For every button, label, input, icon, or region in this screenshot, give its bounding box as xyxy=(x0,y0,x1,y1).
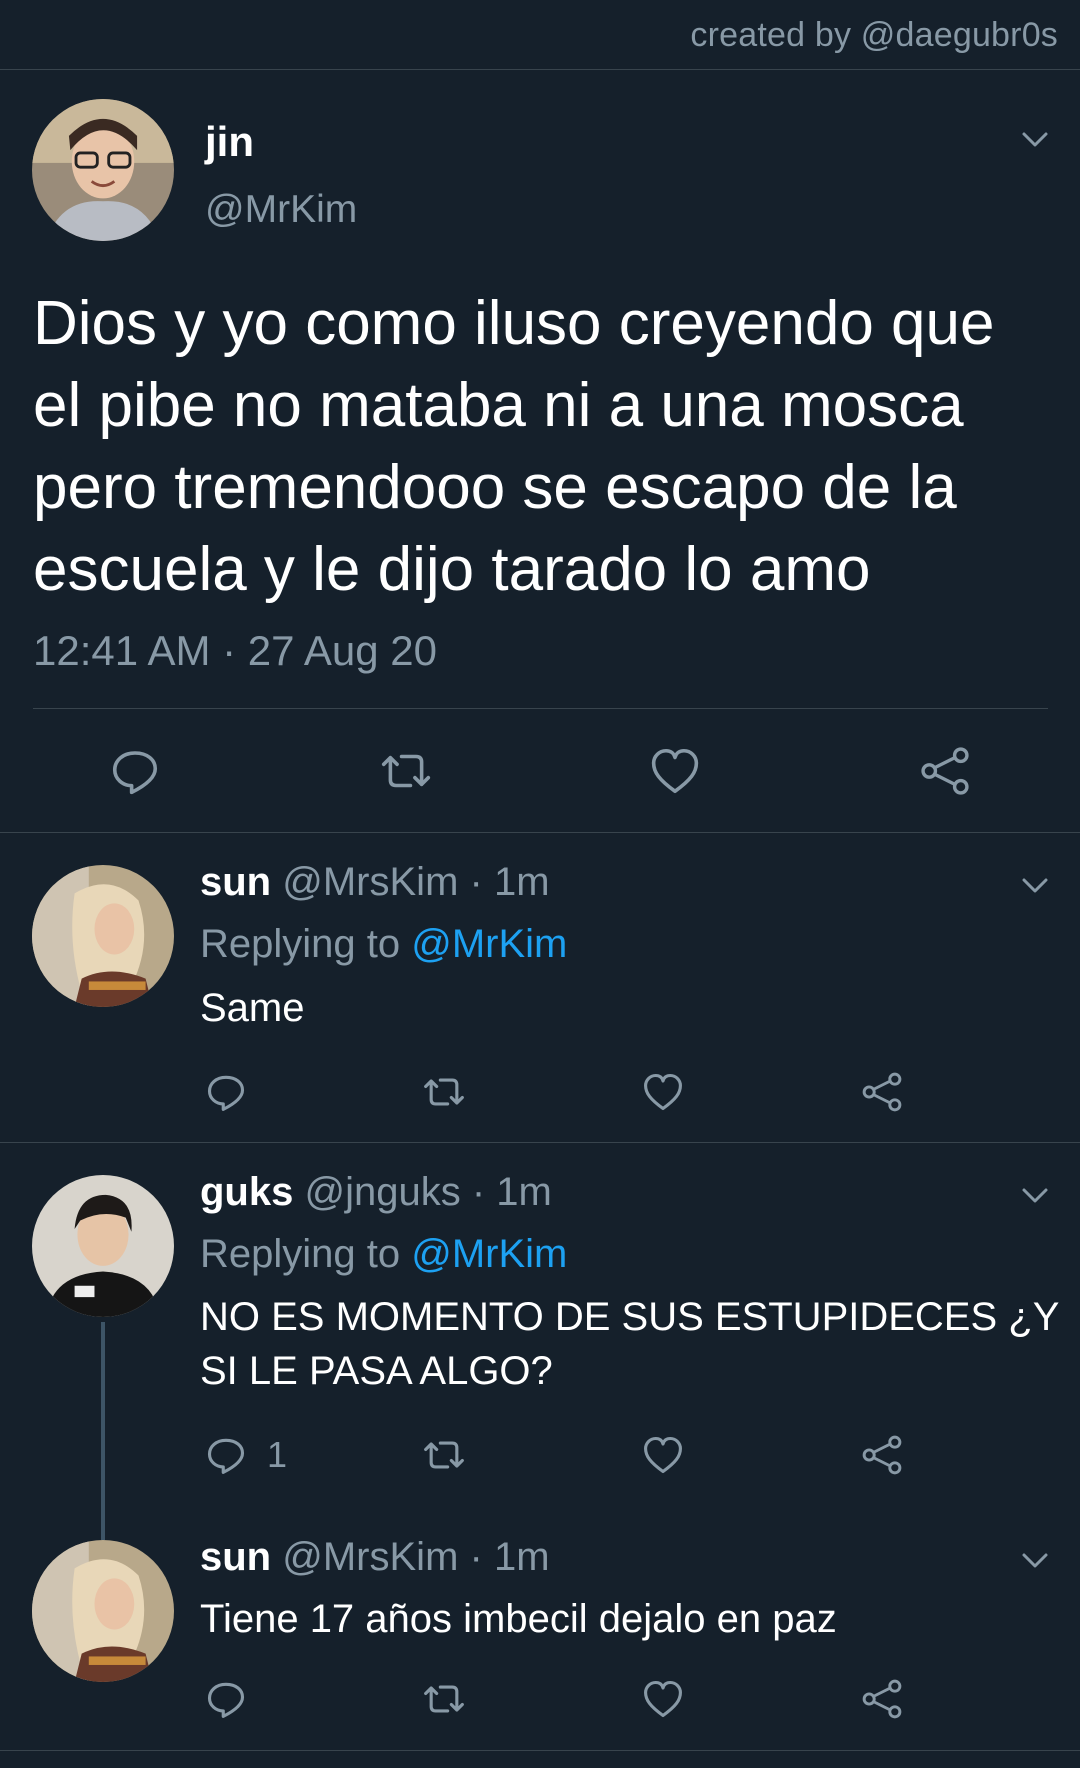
share-icon[interactable] xyxy=(860,1677,904,1721)
like-heart-icon[interactable] xyxy=(648,744,702,798)
like-heart-icon[interactable] xyxy=(641,1677,685,1721)
reply-author-handle[interactable]: @MrsKim xyxy=(282,860,458,904)
retweet-icon[interactable] xyxy=(420,1070,468,1114)
like-heart-icon[interactable] xyxy=(641,1070,685,1114)
avatar-photo-icon xyxy=(32,865,174,1007)
chevron-down-icon[interactable] xyxy=(1017,1542,1053,1578)
reply-icon[interactable] xyxy=(204,1433,248,1477)
reply-icon[interactable] xyxy=(204,1677,248,1721)
dot-separator: · xyxy=(471,1170,486,1214)
divider xyxy=(0,1750,1080,1751)
credit-text: created by @daegubr0s xyxy=(690,16,1058,54)
retweet-icon[interactable] xyxy=(420,1433,468,1477)
reply-count: 1 xyxy=(267,1434,288,1475)
main-tweet-handle[interactable]: @MrKim xyxy=(205,188,357,232)
retweet-icon[interactable] xyxy=(420,1677,468,1721)
avatar-photo-icon xyxy=(32,1175,174,1317)
chevron-down-icon[interactable] xyxy=(1017,1177,1053,1213)
reply-author-name[interactable]: guks xyxy=(200,1170,293,1214)
main-tweet-separator xyxy=(33,708,1048,709)
replying-to-prefix: Replying to xyxy=(200,922,412,966)
reply-header: guks @jnguks · 1m xyxy=(200,1170,552,1215)
dot-separator: · xyxy=(469,860,483,904)
reply-time[interactable]: 1m xyxy=(496,1170,552,1214)
reply-time[interactable]: 1m xyxy=(494,1535,550,1579)
main-tweet-name[interactable]: jin xyxy=(205,118,254,166)
thread-connector-line xyxy=(101,1322,105,1540)
reply-time[interactable]: 1m xyxy=(494,860,550,904)
reply-icon[interactable] xyxy=(204,1070,248,1114)
reply-text: NO ES MOMENTO DE SUS ESTUPIDECES ¿Y SI L… xyxy=(200,1295,1059,1393)
credit-bar: created by @daegubr0s xyxy=(0,0,1080,70)
replying-to-prefix: Replying to xyxy=(200,1232,412,1276)
reply-author-name[interactable]: sun xyxy=(200,1535,271,1579)
reply-author-name[interactable]: sun xyxy=(200,860,271,904)
replying-to-link[interactable]: @MrKim xyxy=(411,1232,567,1276)
share-icon[interactable] xyxy=(860,1433,904,1477)
sun-avatar[interactable] xyxy=(32,865,174,1007)
replying-to-link[interactable]: @MrKim xyxy=(411,922,567,966)
share-icon[interactable] xyxy=(860,1070,904,1114)
main-tweet-timestamp[interactable]: 12:41 AM · 27 Aug 20 xyxy=(33,627,437,675)
main-tweet-text: Dios y yo como iluso creyendo que el pib… xyxy=(33,289,995,604)
dot-separator: · xyxy=(469,1535,483,1579)
avatar-photo-icon xyxy=(32,99,174,241)
replying-to: Replying to @MrKim xyxy=(200,922,567,967)
jin-avatar[interactable] xyxy=(32,99,174,241)
chevron-down-icon[interactable] xyxy=(1017,867,1053,903)
reply-icon[interactable] xyxy=(108,744,162,798)
avatar-photo-icon xyxy=(32,1540,174,1682)
reply-header: sun @MrsKim · 1m xyxy=(200,860,550,905)
reply-text: Same xyxy=(200,986,305,1030)
reply-header: sun @MrsKim · 1m xyxy=(200,1535,550,1580)
like-heart-icon[interactable] xyxy=(641,1433,685,1477)
sun-avatar[interactable] xyxy=(32,1540,174,1682)
guks-avatar[interactable] xyxy=(32,1175,174,1317)
reply-author-handle[interactable]: @jnguks xyxy=(304,1170,460,1214)
reply-author-handle[interactable]: @MrsKim xyxy=(282,1535,458,1579)
replying-to: Replying to @MrKim xyxy=(200,1232,567,1277)
reply-text: Tiene 17 años imbecil dejalo en paz xyxy=(200,1597,837,1641)
divider xyxy=(0,1142,1080,1143)
tweet-thread-screen: created by @daegubr0s jin @MrKim Dios y … xyxy=(0,0,1080,1768)
chevron-down-icon[interactable] xyxy=(1017,121,1053,157)
retweet-icon[interactable] xyxy=(377,744,435,798)
share-icon[interactable] xyxy=(918,744,972,798)
divider xyxy=(0,832,1080,833)
